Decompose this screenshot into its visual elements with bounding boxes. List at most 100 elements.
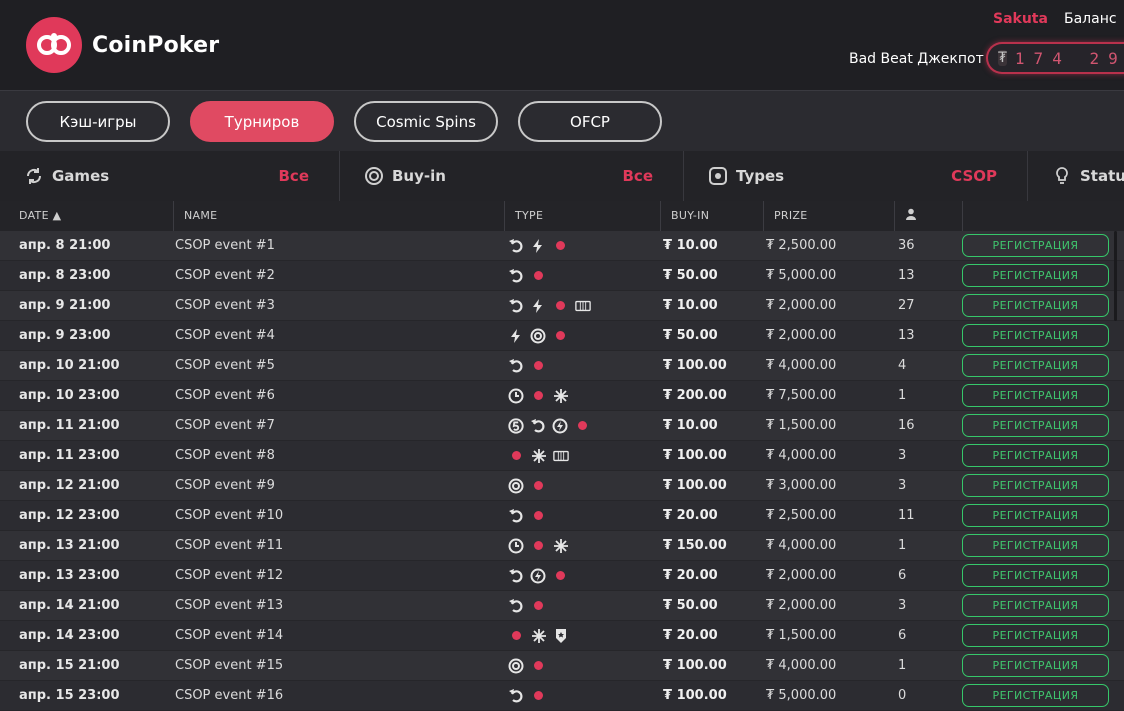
rebuy-icon [530, 418, 546, 434]
buyin-filter[interactable]: Buy-in Все [340, 151, 684, 201]
register-button[interactable]: РЕГИСТРАЦИЯ [962, 354, 1109, 377]
column-prize[interactable]: PRIZE [764, 201, 895, 231]
register-button[interactable]: РЕГИСТРАЦИЯ [962, 474, 1109, 497]
status-dot-icon [534, 391, 543, 400]
types-filter[interactable]: Types CSOP [684, 151, 1028, 201]
tab-cosmic-spins[interactable]: Cosmic Spins [354, 101, 498, 142]
table-row[interactable]: апр. 12 23:00 CSOP event #10 ₮ 20.00 ₮ 2,50… [0, 501, 1124, 531]
register-button[interactable]: РЕГИСТРАЦИЯ [962, 594, 1109, 617]
table-row[interactable]: апр. 9 23:00 CSOP event #4 ₮ 50.00 ₮ 2,000.… [0, 321, 1124, 351]
row-types [508, 351, 547, 380]
row-types [508, 471, 547, 500]
buyin-filter-value[interactable]: Все [623, 167, 654, 185]
clock-icon [508, 388, 524, 404]
row-date: апр. 8 23:00 [19, 268, 111, 283]
tab-cash-games[interactable]: Кэш-игры [26, 101, 170, 142]
row-types [508, 411, 591, 440]
username-link[interactable]: Sakuta [993, 11, 1048, 27]
register-button[interactable]: РЕГИСТРАЦИЯ [962, 564, 1109, 587]
row-name: CSOP event #13 [175, 598, 284, 613]
row-types [508, 261, 547, 290]
row-name: CSOP event #4 [175, 328, 275, 343]
tab-tournaments[interactable]: Турниров [190, 101, 334, 142]
table-row[interactable]: апр. 15 23:00 CSOP event #16 ₮ 100.00 ₮ 5,0… [0, 681, 1124, 711]
row-name: CSOP event #10 [175, 508, 284, 523]
top-header: CoinPoker Sakuta Баланс Bad Beat Джекпот… [0, 0, 1124, 91]
table-row[interactable]: апр. 13 23:00 CSOP event #12 ₮ 20.00 ₮ 2,00… [0, 561, 1124, 591]
jackpot-label: Bad Beat Джекпот [849, 51, 984, 67]
table-row[interactable]: апр. 10 21:00 CSOP event #5 ₮ 100.00 ₮ 4,00… [0, 351, 1124, 381]
row-players: 27 [898, 298, 915, 313]
register-button[interactable]: РЕГИСТРАЦИЯ [962, 684, 1109, 707]
row-buyin: ₮ 10.00 [663, 238, 718, 253]
register-button[interactable]: РЕГИСТРАЦИЯ [962, 444, 1109, 467]
table-row[interactable]: апр. 14 21:00 CSOP event #13 ₮ 50.00 ₮ 2,00… [0, 591, 1124, 621]
register-button[interactable]: РЕГИСТРАЦИЯ [962, 414, 1109, 437]
row-players: 13 [898, 328, 915, 343]
row-name: CSOP event #7 [175, 418, 275, 433]
row-date: апр. 14 21:00 [19, 598, 120, 613]
register-button[interactable]: РЕГИСТРАЦИЯ [962, 534, 1109, 557]
table-row[interactable]: апр. 8 23:00 CSOP event #2 ₮ 50.00 ₮ 5,000.… [0, 261, 1124, 291]
register-button[interactable]: РЕГИСТРАЦИЯ [962, 264, 1109, 287]
column-date-label: DATE [19, 209, 49, 222]
brand-logo[interactable]: CoinPoker [26, 17, 219, 73]
register-button[interactable]: РЕГИСТРАЦИЯ [962, 324, 1109, 347]
column-buyin[interactable]: BUY-IN [661, 201, 764, 231]
column-type[interactable]: TYPE [505, 201, 661, 231]
row-buyin: ₮ 100.00 [663, 688, 727, 703]
table-row[interactable]: апр. 13 21:00 CSOP event #11 ₮ 150.00 ₮ 4,0… [0, 531, 1124, 561]
status-filter[interactable]: Status [1028, 151, 1124, 201]
register-button[interactable]: РЕГИСТРАЦИЯ [962, 654, 1109, 677]
table-row[interactable]: апр. 8 21:00 CSOP event #1 ₮ 10.00 ₮ 2,500.… [0, 231, 1124, 261]
register-button[interactable]: РЕГИСТРАЦИЯ [962, 384, 1109, 407]
column-players[interactable] [895, 201, 963, 231]
table-header: DATE ▲ NAME TYPE BUY-IN PRIZE [0, 201, 1124, 231]
scrollbar[interactable] [1114, 231, 1117, 321]
games-filter-label: Games [52, 167, 110, 185]
row-name: CSOP event #8 [175, 448, 275, 463]
games-filter-value[interactable]: Все [279, 167, 310, 185]
row-prize: ₮ 2,000.00 [766, 298, 837, 313]
register-button[interactable]: РЕГИСТРАЦИЯ [962, 234, 1109, 257]
column-date[interactable]: DATE ▲ [9, 201, 174, 231]
table-row[interactable]: апр. 10 23:00 CSOP event #6 ₮ 200.00 ₮ 7,50… [0, 381, 1124, 411]
status-dot-icon [556, 331, 565, 340]
table-row[interactable]: апр. 12 21:00 CSOP event #9 ₮ 100.00 ₮ 3,00… [0, 471, 1124, 501]
register-button[interactable]: РЕГИСТРАЦИЯ [962, 624, 1109, 647]
table-row[interactable]: апр. 14 23:00 CSOP event #14 ₮ 20.00 ₮ 1,50… [0, 621, 1124, 651]
row-players: 1 [898, 658, 907, 673]
row-date: апр. 15 23:00 [19, 688, 120, 703]
status-dot-icon [534, 601, 543, 610]
table-row[interactable]: апр. 11 23:00 CSOP event #8 ₮ 100.00 ₮ 4,00… [0, 441, 1124, 471]
ticket-icon [553, 448, 569, 464]
column-name[interactable]: NAME [174, 201, 505, 231]
types-filter-value[interactable]: CSOP [951, 167, 997, 185]
table-row[interactable]: апр. 15 21:00 CSOP event #15 ₮ 100.00 ₮ 4,0… [0, 651, 1124, 681]
row-types [508, 441, 569, 470]
row-name: CSOP event #9 [175, 478, 275, 493]
tab-ofcp[interactable]: OFCP [518, 101, 662, 142]
row-date: апр. 13 21:00 [19, 538, 120, 553]
row-buyin: ₮ 10.00 [663, 418, 718, 433]
freezeout-icon [531, 628, 547, 644]
status-dot-icon [534, 271, 543, 280]
row-date: апр. 13 23:00 [19, 568, 120, 583]
games-filter[interactable]: Games Все [0, 151, 340, 201]
row-date: апр. 12 23:00 [19, 508, 120, 523]
register-button[interactable]: РЕГИСТРАЦИЯ [962, 504, 1109, 527]
row-players: 1 [898, 538, 907, 553]
row-types [508, 381, 569, 410]
status-dot-icon [556, 571, 565, 580]
games-icon [24, 166, 44, 186]
table-row[interactable]: апр. 9 21:00 CSOP event #3 ₮ 10.00 ₮ 2,000.… [0, 291, 1124, 321]
row-prize: ₮ 2,000.00 [766, 598, 837, 613]
status-dot-icon [534, 541, 543, 550]
balance-link[interactable]: Баланс [1064, 11, 1117, 27]
row-prize: ₮ 1,500.00 [766, 418, 837, 433]
rebuy-icon [508, 598, 524, 614]
freezeout-icon [553, 388, 569, 404]
table-row[interactable]: апр. 11 21:00 CSOP event #7 ₮ 10.00 ₮ 1,500… [0, 411, 1124, 441]
hyper-turbo-icon [530, 568, 546, 584]
register-button[interactable]: РЕГИСТРАЦИЯ [962, 294, 1109, 317]
